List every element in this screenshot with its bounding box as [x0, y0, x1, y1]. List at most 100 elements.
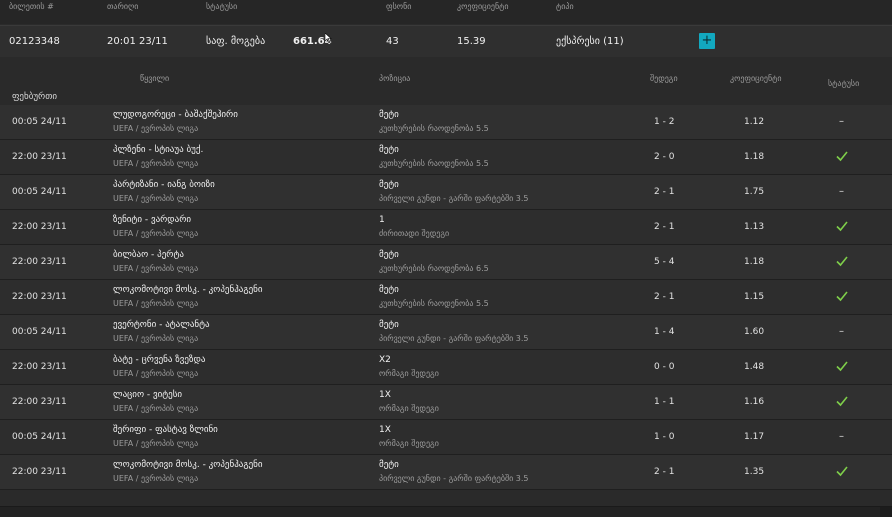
- table-row: 22:00 23/11 ზენიტი - ვარდარი UEFA / ევროპი…: [0, 210, 892, 245]
- row-odds: 1.48: [744, 362, 765, 372]
- check-icon: [836, 466, 848, 477]
- col-stake: ფსონი: [386, 2, 412, 11]
- row-score: 2 - 1: [654, 187, 675, 197]
- table-row: 00:05 24/11 შერიფი - ფასტავ ზლინი UEFA / ე…: [0, 420, 892, 455]
- check-icon: [836, 256, 848, 267]
- ticket-id: 02123348: [9, 36, 60, 47]
- row-pick: 1: [379, 215, 385, 225]
- row-league: UEFA / ევროპის ლიგა: [113, 194, 199, 203]
- row-odds: 1.75: [744, 187, 765, 197]
- row-market: პირველი გუნდი - გარში ფარტებში 3.5: [379, 474, 529, 483]
- row-event: ლოკომოტივი მოსკ. - კოპენჰაგენი: [113, 285, 263, 295]
- row-date: 00:05 24/11: [12, 117, 67, 127]
- row-odds: 1.18: [744, 152, 765, 162]
- detail-col-pick: პოზიცია: [379, 74, 411, 83]
- row-odds: 1.12: [744, 117, 765, 127]
- check-icon: [836, 151, 848, 162]
- row-market: პირველი გუნდი - გარში ფარტებში 3.5: [379, 334, 529, 343]
- row-market: კუთხურების რაოდენობა 6.5: [379, 264, 489, 273]
- row-event: ზენიტი - ვარდარი: [113, 215, 192, 225]
- row-league: UEFA / ევროპის ლიგა: [113, 439, 199, 448]
- table-row: 00:05 24/11 ლუდოგორეცი - ბაშაქშეჰირი UEFA …: [0, 105, 892, 140]
- row-market: ორმაგი შედეგი: [379, 439, 439, 448]
- ticket-details-panel: წყვილი პოზიცია შედეგი კოეფიციენტი სტატუს…: [0, 57, 892, 516]
- row-market: ძირითადი შედეგი: [379, 229, 450, 238]
- row-odds: 1.60: [744, 327, 765, 337]
- row-market: ორმაგი შედეგი: [379, 369, 439, 378]
- table-row: 22:00 23/11 ლაციო - ვიტესი UEFA / ევროპის …: [0, 385, 892, 420]
- col-status: სტატუსი: [206, 2, 238, 11]
- row-odds: 1.13: [744, 222, 765, 232]
- ticket-coefficient: 15.39: [457, 36, 486, 47]
- row-league: UEFA / ევროპის ლიგა: [113, 229, 199, 238]
- col-ticket-no: ბილეთის #: [9, 2, 54, 11]
- ticket-summary-row[interactable]: 02123348 20:01 23/11 საფ. მოგება 661.64 …: [0, 25, 892, 58]
- row-date: 00:05 24/11: [12, 432, 67, 442]
- row-date: 22:00 23/11: [12, 222, 67, 232]
- row-market: ორმაგი შედეგი: [379, 404, 439, 413]
- row-league: UEFA / ევროპის ლიგა: [113, 369, 199, 378]
- row-date: 22:00 23/11: [12, 257, 67, 267]
- row-league: UEFA / ევროპის ლიგა: [113, 264, 199, 273]
- col-type: ტიპი: [556, 2, 574, 11]
- row-event: ლოკომოტივი მოსკ. - კოპენჰაგენი: [113, 460, 263, 470]
- row-event: ევერტონი - ატალანტა: [113, 320, 210, 330]
- row-odds: 1.15: [744, 292, 765, 302]
- row-score: 1 - 2: [654, 117, 675, 127]
- row-score: 1 - 4: [654, 327, 675, 337]
- row-league: UEFA / ევროპის ლიგა: [113, 404, 199, 413]
- row-pick: 1X: [379, 390, 391, 400]
- scrollbar-track[interactable]: [0, 506, 892, 517]
- row-league: UEFA / ევროპის ლიგა: [113, 334, 199, 343]
- pending-status: –: [839, 186, 844, 197]
- row-score: 2 - 1: [654, 292, 675, 302]
- pending-status: –: [839, 326, 844, 337]
- ticket-type: ექსპრესი (11): [556, 36, 624, 47]
- row-pick: მეტი: [379, 460, 399, 470]
- detail-col-score: შედეგი: [650, 74, 678, 83]
- row-date: 22:00 23/11: [12, 292, 67, 302]
- ticket-status: საფ. მოგება: [206, 36, 266, 47]
- col-coefficient: კოეფიციენტი: [457, 2, 509, 11]
- detail-col-status: სტატუსი: [828, 79, 860, 88]
- row-score: 5 - 4: [654, 257, 675, 267]
- row-market: კუთხურების რაოდენობა 5.5: [379, 124, 489, 133]
- expand-ticket-button[interactable]: +: [699, 33, 715, 49]
- row-score: 2 - 1: [654, 467, 675, 477]
- row-event: ლუდოგორეცი - ბაშაქშეჰირი: [113, 110, 238, 120]
- row-event: ბილბაო - პერტა: [113, 250, 184, 260]
- row-odds: 1.35: [744, 467, 765, 477]
- row-market: პირველი გუნდი - გარში ფარტებში 3.5: [379, 194, 529, 203]
- row-score: 2 - 0: [654, 152, 675, 162]
- table-row: 00:05 24/11 ევერტონი - ატალანტა UEFA / ევრ…: [0, 315, 892, 350]
- ticket-stake: 43: [386, 36, 399, 47]
- row-score: 2 - 1: [654, 222, 675, 232]
- row-pick: მეტი: [379, 285, 399, 295]
- mouse-cursor-icon: [325, 33, 332, 44]
- table-row: 22:00 23/11 პლზენი - სტიაუა ბუქ. UEFA / ევ…: [0, 140, 892, 175]
- row-pick: მეტი: [379, 145, 399, 155]
- row-event: ბატე - ცრვენა ზვეზდა: [113, 355, 206, 365]
- bet-rows: 00:05 24/11 ლუდოგორეცი - ბაშაქშეჰირი UEFA …: [0, 105, 892, 490]
- row-pick: მეტი: [379, 180, 399, 190]
- row-odds: 1.16: [744, 397, 765, 407]
- check-icon: [836, 291, 848, 302]
- row-pick: X2: [379, 355, 391, 365]
- col-date: თარიღი: [107, 2, 139, 11]
- row-league: UEFA / ევროპის ლიგა: [113, 124, 199, 133]
- row-odds: 1.18: [744, 257, 765, 267]
- row-date: 22:00 23/11: [12, 362, 67, 372]
- row-event: შერიფი - ფასტავ ზლინი: [113, 425, 218, 435]
- row-pick: მეტი: [379, 250, 399, 260]
- row-date: 00:05 24/11: [12, 187, 67, 197]
- check-icon: [836, 361, 848, 372]
- row-market: კუთხურების რაოდენობა 5.5: [379, 299, 489, 308]
- detail-col-odds: კოეფიციენტი: [730, 74, 782, 83]
- table-row: 22:00 23/11 ბილბაო - პერტა UEFA / ევროპის …: [0, 245, 892, 280]
- row-date: 22:00 23/11: [12, 397, 67, 407]
- row-pick: 1X: [379, 425, 391, 435]
- ticket-date: 20:01 23/11: [107, 36, 168, 47]
- table-row: 22:00 23/11 ლოკომოტივი მოსკ. - კოპენჰაგენ…: [0, 280, 892, 315]
- row-event: ლაციო - ვიტესი: [113, 390, 183, 400]
- check-icon: [836, 221, 848, 232]
